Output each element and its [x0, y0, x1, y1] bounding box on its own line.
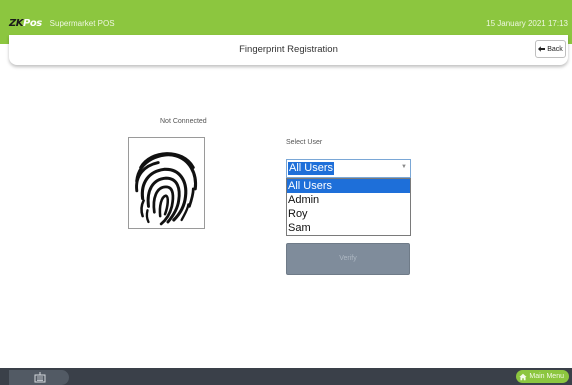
user-option-sam[interactable]: Sam	[287, 221, 410, 235]
user-option-admin[interactable]: Admin	[287, 193, 410, 207]
app-name: Supermarket POS	[49, 19, 115, 28]
back-label: Back	[547, 45, 563, 53]
page-header: Fingerprint Registration Back	[9, 35, 568, 65]
user-dropdown-list: All Users Admin Roy Sam	[286, 178, 411, 236]
fingerprint-icon	[135, 152, 198, 226]
date-time: 15 January 2021 17:13	[486, 19, 568, 28]
back-arrow-icon	[538, 46, 546, 52]
footer-bar: Main Menu	[0, 368, 572, 385]
logo-zk-text: ZK	[9, 18, 24, 29]
user-select[interactable]: All Users ▼	[286, 159, 411, 178]
user-select-value: All Users	[288, 162, 335, 175]
select-user-label: Select User	[286, 139, 323, 146]
fingerprint-panel	[128, 137, 205, 229]
user-option-all-users[interactable]: All Users	[287, 179, 410, 193]
chevron-down-icon: ▼	[401, 164, 407, 170]
zkpos-logo: ZKPos	[9, 18, 42, 29]
verify-button[interactable]: Verify	[286, 243, 410, 275]
page-title: Fingerprint Registration	[239, 44, 338, 55]
user-option-roy[interactable]: Roy	[287, 207, 410, 221]
keyboard-icon	[34, 372, 46, 383]
brand: ZKPos Supermarket POS	[9, 18, 115, 29]
main-menu-label: Main Menu	[529, 373, 564, 380]
back-button[interactable]: Back	[535, 40, 566, 58]
home-icon	[519, 373, 527, 380]
main-menu-button[interactable]: Main Menu	[516, 370, 569, 383]
logo-pos-text: Pos	[23, 18, 42, 29]
scanner-status: Not Connected	[160, 118, 207, 125]
keyboard-button[interactable]	[9, 370, 69, 385]
